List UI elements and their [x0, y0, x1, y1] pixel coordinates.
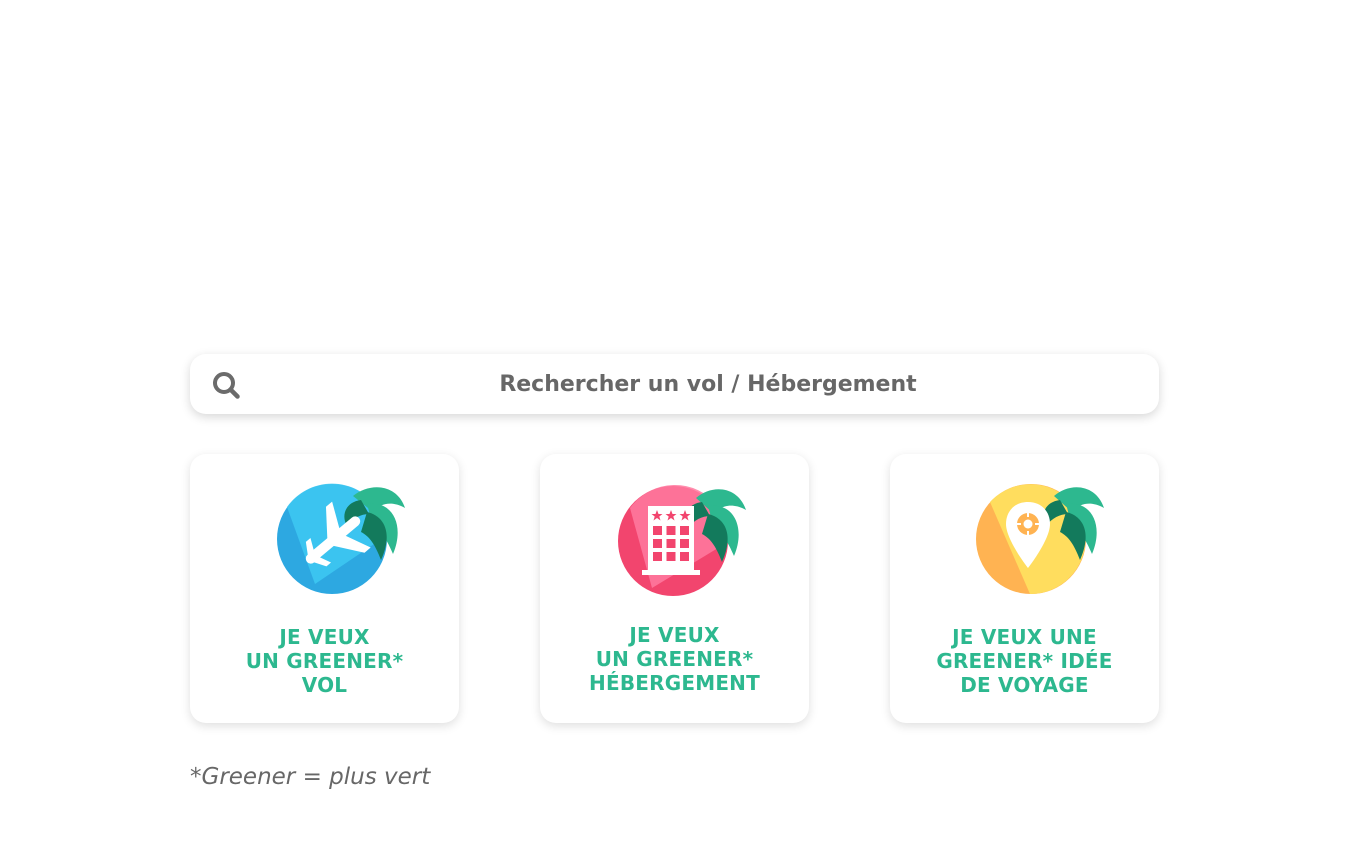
card-label-line: VOL — [301, 673, 348, 697]
card-label-line: JE VEUX UNE — [952, 625, 1097, 649]
card-label-line: UN GREENER* — [245, 649, 404, 673]
card-label-line: GREENER* IDÉE — [936, 649, 1113, 673]
hotel-palm-icon — [618, 484, 746, 596]
card-greener-flight[interactable]: JE VEUX UN GREENER* VOL — [190, 454, 459, 723]
card-label: JE VEUX UN GREENER* HÉBERGEMENT — [540, 623, 809, 695]
map-pin-palm-icon — [976, 484, 1104, 595]
card-greener-travel-idea[interactable]: JE VEUX UNE GREENER* IDÉE DE VOYAGE — [890, 454, 1159, 723]
card-label-line: JE VEUX — [629, 623, 720, 647]
card-label-line: HÉBERGEMENT — [589, 671, 760, 695]
search-bar[interactable] — [190, 354, 1159, 414]
plane-palm-icon — [277, 483, 405, 594]
footnote: *Greener = plus vert — [190, 764, 431, 790]
card-label: JE VEUX UN GREENER* VOL — [190, 625, 459, 697]
card-greener-accommodation[interactable]: JE VEUX UN GREENER* HÉBERGEMENT — [540, 454, 809, 723]
search-icon[interactable] — [211, 370, 241, 400]
card-label-line: JE VEUX — [279, 625, 370, 649]
card-label-line: UN GREENER* — [595, 647, 754, 671]
card-label: JE VEUX UNE GREENER* IDÉE DE VOYAGE — [890, 625, 1159, 697]
page: Rechercher un vol / Hébergement JE VEUX … — [0, 0, 1364, 856]
card-label-line: DE VOYAGE — [960, 673, 1089, 697]
